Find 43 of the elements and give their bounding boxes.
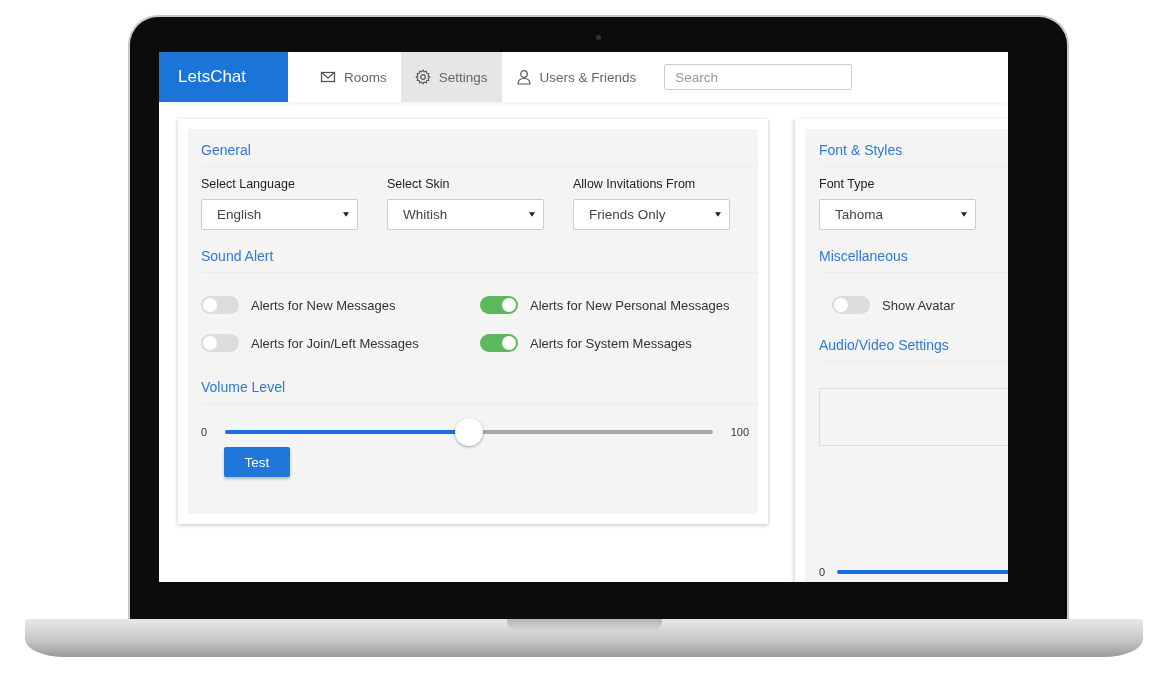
- toggle-label: Alerts for New Messages: [251, 297, 396, 313]
- nav-tab[interactable]: Users & Friends: [501, 52, 651, 102]
- slider-min-label: 0: [819, 566, 826, 578]
- section-title: General: [201, 142, 758, 167]
- caret-icon: [961, 212, 967, 217]
- caret-icon: [529, 212, 535, 217]
- field-label: Font Type: [819, 177, 876, 191]
- envelope-icon: [320, 69, 336, 85]
- field-label: Select Language: [201, 177, 296, 191]
- field-label: Select Skin: [387, 177, 451, 191]
- section-title: Sound Alert: [201, 248, 758, 273]
- section-title: Audio/Video Settings: [819, 337, 1008, 362]
- toggle-switch[interactable]: [832, 296, 870, 314]
- slider-min-label: 0: [201, 426, 208, 438]
- toggle-switch[interactable]: [480, 296, 518, 314]
- toggle-switch[interactable]: [201, 334, 239, 352]
- nav-tab[interactable]: Rooms: [306, 52, 401, 102]
- section-title: Font & Styles: [819, 142, 1008, 167]
- section-title: Volume Level: [201, 379, 758, 404]
- search-field[interactable]: Search: [664, 64, 853, 90]
- toggle-label: Show Avatar: [882, 297, 955, 313]
- settings-icon: [414, 69, 431, 85]
- user-icon: [515, 69, 532, 85]
- toggle-label: Alerts for System Messages: [530, 335, 692, 351]
- test-button[interactable]: Test: [224, 447, 290, 477]
- nav-tab[interactable]: Settings: [400, 52, 502, 102]
- slider-track[interactable]: [837, 570, 1008, 574]
- dropdown[interactable]: Friends Only: [573, 199, 730, 230]
- field-label: Allow Invitations From: [573, 177, 697, 191]
- dropdown[interactable]: English: [201, 199, 358, 230]
- toggle-label: Alerts for New Personal Messages: [530, 297, 730, 313]
- toggle-switch[interactable]: [201, 296, 239, 314]
- caret-icon: [715, 212, 721, 217]
- app-logo: LetsChat: [159, 52, 288, 102]
- slider-max-label: 100: [730, 426, 749, 438]
- dropdown[interactable]: Tahoma: [819, 199, 976, 230]
- dropdown[interactable]: Whitish: [387, 199, 544, 230]
- section-title: Miscellaneous: [819, 248, 1008, 273]
- toggle-switch[interactable]: [480, 334, 518, 352]
- caret-icon: [343, 212, 349, 217]
- camera-icon: [596, 35, 601, 40]
- toggle-label: Alerts for Join/Left Messages: [251, 335, 419, 351]
- slider-thumb[interactable]: [454, 418, 483, 446]
